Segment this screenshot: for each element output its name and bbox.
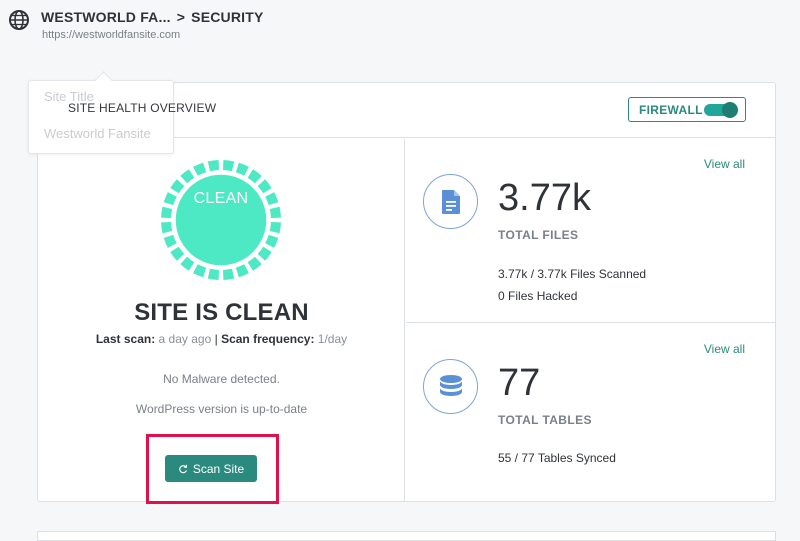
badge-ring-segment xyxy=(207,160,220,172)
database-icon xyxy=(439,374,462,396)
breadcrumb-section: SECURITY xyxy=(191,9,264,25)
files-hacked-value: 0 xyxy=(498,289,505,303)
badge-ring-segment xyxy=(247,256,262,271)
document-icon xyxy=(441,189,460,214)
total-files-count: 3.77k xyxy=(498,177,591,219)
badge-ring-segment xyxy=(207,268,220,280)
badge-ring-segment xyxy=(161,206,173,219)
files-hacked-label: Files Hacked xyxy=(508,289,578,303)
tooltip-value: Westworld Fansite xyxy=(44,126,151,141)
firewall-toggle[interactable]: FIREWALL xyxy=(628,97,746,122)
badge-ring-segment xyxy=(269,206,281,219)
tables-panel: View all 77 TOTAL TABLES 55 / 77 Tables … xyxy=(406,324,775,501)
site-url: https://westworldfansite.com xyxy=(42,29,181,41)
malware-message: No Malware detected. xyxy=(163,372,280,386)
files-scanned-label: Files Scanned xyxy=(570,267,647,281)
badge-ring-segment xyxy=(257,246,272,261)
files-panel: View all 3.77k TOTAL FILES 3.77k / 3.77k… xyxy=(406,139,775,323)
breadcrumb-site[interactable]: WESTWORLD FA... xyxy=(41,9,171,25)
files-icon-circle xyxy=(423,174,478,229)
badge-ring-segment xyxy=(170,246,185,261)
refresh-icon xyxy=(179,464,187,473)
next-card xyxy=(37,531,776,541)
badge-ring-segment xyxy=(222,268,235,280)
meta-divider: | xyxy=(214,332,218,346)
card-title: SITE HEALTH OVERVIEW xyxy=(68,101,217,115)
last-scan-value: a day ago xyxy=(158,332,212,346)
badge-ring-segment xyxy=(161,221,173,234)
site-title-tooltip: Site Title Westworld Fansite xyxy=(28,80,174,154)
badge-ring-segment xyxy=(180,256,195,271)
breadcrumb-separator: > xyxy=(176,9,186,25)
badge-label: CLEAN xyxy=(193,190,249,207)
frequency-label: Scan frequency: xyxy=(221,332,315,346)
firewall-label: FIREWALL xyxy=(639,102,703,117)
files-scanned-value: 3.77k / 3.77k xyxy=(498,267,567,281)
globe-icon xyxy=(9,10,29,30)
badge-ring-segment xyxy=(180,169,195,184)
tables-view-all-link[interactable]: View all xyxy=(704,342,745,356)
toggle-knob xyxy=(722,102,738,118)
files-hacked-stat: 0 Files Hacked xyxy=(498,289,577,303)
badge-ring-segment xyxy=(193,264,207,278)
scan-site-button[interactable]: Scan Site xyxy=(165,455,257,482)
frequency-value: 1/day xyxy=(317,332,348,346)
tables-synced-value: 55 / 77 xyxy=(498,451,535,465)
tables-icon-circle xyxy=(423,359,478,414)
scan-site-label: Scan Site xyxy=(192,461,245,476)
breadcrumb: WESTWORLD FA... > SECURITY xyxy=(41,9,264,25)
total-tables-label: TOTAL TABLES xyxy=(498,413,592,427)
site-status: SITE IS CLEAN xyxy=(134,299,309,326)
badge-ring-segment xyxy=(265,234,279,248)
total-tables-count: 77 xyxy=(498,362,541,404)
badge-ring-segment xyxy=(269,221,281,234)
health-panel: CLEAN SITE IS CLEAN Last scan: a day ago… xyxy=(38,139,405,504)
badge-ring-segment xyxy=(222,160,235,172)
clean-badge-icon xyxy=(161,160,281,280)
badge-ring-segment xyxy=(235,162,249,176)
wp-version-message: WordPress version is up-to-date xyxy=(135,402,308,416)
tables-synced-stat: 55 / 77 Tables Synced xyxy=(498,451,616,465)
badge-ring-segment xyxy=(235,264,249,278)
scan-meta: Last scan: a day ago | Scan frequency: 1… xyxy=(38,332,405,346)
top-bar: WESTWORLD FA... > SECURITY https://westw… xyxy=(0,0,800,50)
badge-ring-segment xyxy=(163,234,177,248)
badge-ring-segment xyxy=(193,162,207,176)
firewall-switch[interactable] xyxy=(704,102,738,118)
files-view-all-link[interactable]: View all xyxy=(704,157,745,171)
last-scan-label: Last scan: xyxy=(95,332,156,346)
files-scanned-stat: 3.77k / 3.77k Files Scanned xyxy=(498,267,646,281)
badge-ring-segment xyxy=(247,169,262,184)
total-files-label: TOTAL FILES xyxy=(498,228,579,242)
tables-synced-label: Tables Synced xyxy=(537,451,616,465)
